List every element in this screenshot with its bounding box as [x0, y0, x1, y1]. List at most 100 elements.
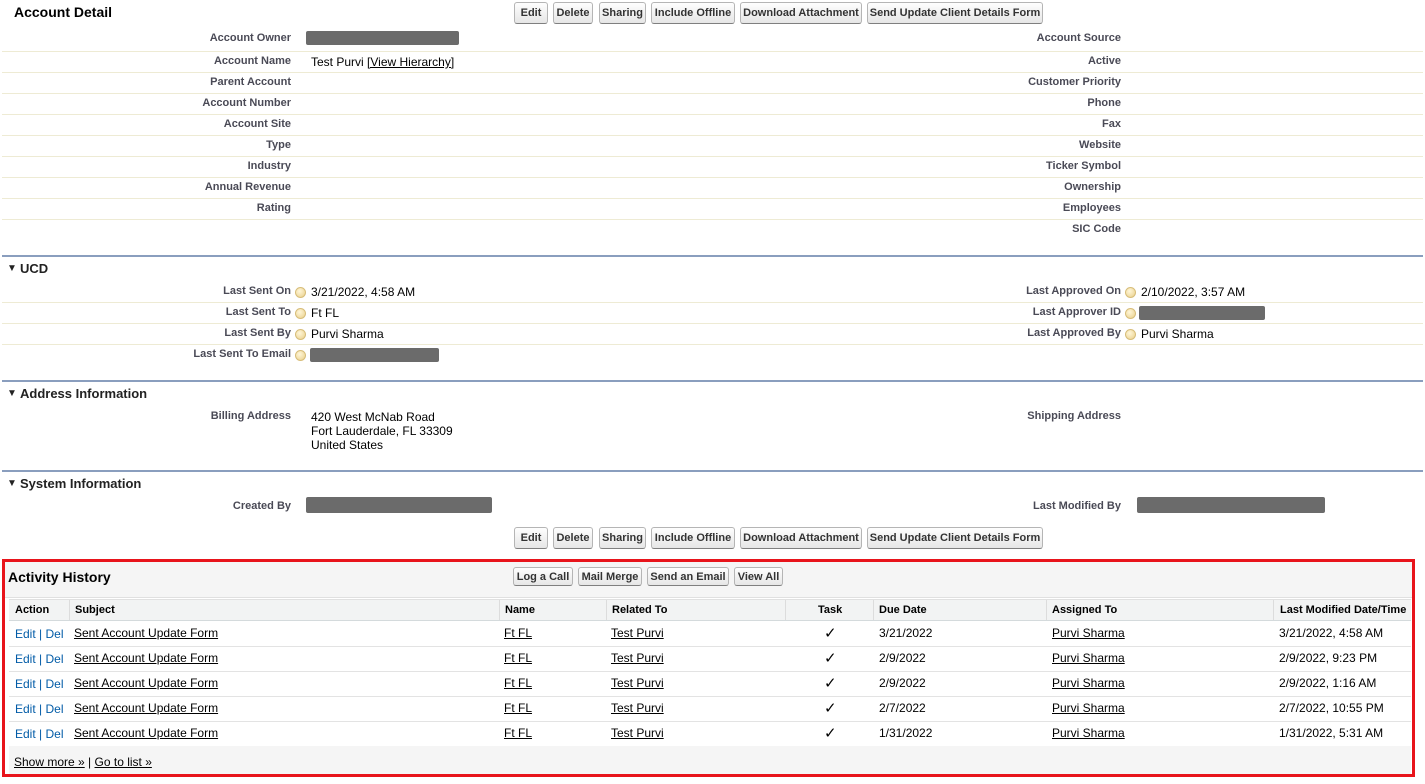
account-number-label: Account Number: [202, 97, 291, 109]
ucd-section-header[interactable]: ▼ UCD: [2, 255, 1423, 281]
sharing-button[interactable]: Sharing: [599, 2, 646, 24]
billing-address-line: United States: [311, 438, 384, 452]
row-assigned-to-link[interactable]: Purvi Sharma: [1052, 651, 1125, 665]
row-related-to-link[interactable]: Test Purvi: [611, 676, 664, 690]
row-subject-link[interactable]: Sent Account Update Form: [74, 626, 218, 640]
row-assigned-to-link[interactable]: Purvi Sharma: [1052, 701, 1125, 715]
include-offline-button[interactable]: Include Offline: [651, 527, 735, 549]
help-icon[interactable]: [295, 308, 306, 319]
delete-button[interactable]: Delete: [553, 527, 593, 549]
website-label: Website: [1079, 139, 1121, 151]
row-assigned-to-link[interactable]: Purvi Sharma: [1052, 626, 1125, 640]
row-delete-link[interactable]: Del: [46, 627, 64, 641]
row-subject-link[interactable]: Sent Account Update Form: [74, 726, 218, 740]
help-icon[interactable]: [295, 329, 306, 340]
send-update-client-details-form-button[interactable]: Send Update Client Details Form: [867, 2, 1043, 24]
account-source-label: Account Source: [1036, 32, 1121, 44]
view-hierarchy-link[interactable]: [View Hierarchy]: [367, 55, 454, 69]
log-a-call-button[interactable]: Log a Call: [513, 567, 573, 586]
edit-button[interactable]: Edit: [514, 2, 548, 24]
table-row: [9, 672, 1411, 697]
include-offline-button[interactable]: Include Offline: [651, 2, 735, 24]
row-related-to-link[interactable]: Test Purvi: [611, 626, 664, 640]
created-by-redacted-value: [306, 497, 492, 513]
row-delete-link[interactable]: Del: [46, 727, 64, 741]
mail-merge-button[interactable]: Mail Merge: [578, 567, 642, 586]
send-an-email-button[interactable]: Send an Email: [647, 567, 729, 586]
column-header-related-to[interactable]: Related To: [612, 604, 667, 616]
send-update-client-details-form-button[interactable]: Send Update Client Details Form: [867, 527, 1043, 549]
row-delete-link[interactable]: Del: [46, 702, 64, 716]
row-edit-link[interactable]: Edit: [15, 627, 36, 641]
customer-priority-label: Customer Priority: [1028, 76, 1121, 88]
row-name-link[interactable]: Ft FL: [504, 626, 532, 640]
column-header-name[interactable]: Name: [505, 604, 535, 616]
parent-account-label: Parent Account: [210, 76, 291, 88]
row-name-link[interactable]: Ft FL: [504, 651, 532, 665]
row-edit-link[interactable]: Edit: [15, 727, 36, 741]
row-assigned-to-link[interactable]: Purvi Sharma: [1052, 726, 1125, 740]
last-modified-by-label: Last Modified By: [1032, 500, 1121, 512]
address-section-title: Address Information: [20, 386, 148, 401]
billing-address-label: Billing Address: [210, 410, 291, 422]
help-icon[interactable]: [295, 350, 306, 361]
account-name-value: Test Purvi [View Hierarchy]: [311, 55, 454, 69]
address-section-header[interactable]: ▼ Address Information: [2, 380, 1423, 406]
column-header-assigned-to[interactable]: Assigned To: [1052, 604, 1117, 616]
collapse-triangle-icon[interactable]: ▼: [7, 263, 17, 274]
download-attachment-button[interactable]: Download Attachment: [740, 527, 862, 549]
row-subject-link[interactable]: Sent Account Update Form: [74, 651, 218, 665]
collapse-triangle-icon[interactable]: ▼: [7, 478, 17, 489]
last-approver-id-label: Last Approver ID: [1032, 306, 1121, 318]
view-all-button[interactable]: View All: [734, 567, 783, 586]
download-attachment-button[interactable]: Download Attachment: [740, 2, 862, 24]
help-icon[interactable]: [1125, 308, 1136, 319]
collapse-triangle-icon[interactable]: ▼: [7, 388, 17, 399]
row-subject-link[interactable]: Sent Account Update Form: [74, 676, 218, 690]
last-sent-to-email-redacted-value: [310, 348, 439, 362]
table-row: [9, 697, 1411, 722]
column-divider: [1046, 600, 1047, 620]
help-icon[interactable]: [295, 287, 306, 298]
row-edit-link[interactable]: Edit: [15, 652, 36, 666]
row-due-date: 2/9/2022: [879, 676, 926, 690]
row-divider: [2, 302, 1423, 303]
row-delete-link[interactable]: Del: [46, 652, 64, 666]
column-header-due-date[interactable]: Due Date: [879, 604, 927, 616]
row-edit-link[interactable]: Edit: [15, 702, 36, 716]
last-approved-on-label: Last Approved On: [1026, 285, 1121, 297]
row-related-to-link[interactable]: Test Purvi: [611, 651, 664, 665]
row-actions: Edit | Del: [15, 677, 64, 691]
column-header-subject[interactable]: Subject: [75, 604, 115, 616]
phone-label: Phone: [1087, 97, 1121, 109]
ticker-symbol-label: Ticker Symbol: [1046, 160, 1121, 172]
edit-button[interactable]: Edit: [514, 527, 548, 549]
column-header-task[interactable]: Task: [818, 604, 842, 616]
help-icon[interactable]: [1125, 287, 1136, 298]
activity-history-title: Activity History: [8, 569, 111, 585]
sharing-button[interactable]: Sharing: [599, 527, 646, 549]
row-actions: Edit | Del: [15, 652, 64, 666]
row-related-to-link[interactable]: Test Purvi: [611, 701, 664, 715]
help-icon[interactable]: [1125, 329, 1136, 340]
column-divider: [606, 600, 607, 620]
last-approver-id-redacted-value: [1139, 306, 1265, 320]
account-name-text: Test Purvi: [311, 55, 364, 69]
row-subject-link[interactable]: Sent Account Update Form: [74, 701, 218, 715]
go-to-list-link[interactable]: Go to list »: [95, 755, 152, 769]
delete-button[interactable]: Delete: [553, 2, 593, 24]
row-name-link[interactable]: Ft FL: [504, 676, 532, 690]
system-section-header[interactable]: ▼ System Information: [2, 470, 1423, 496]
row-name-link[interactable]: Ft FL: [504, 726, 532, 740]
row-name-link[interactable]: Ft FL: [504, 701, 532, 715]
row-delete-link[interactable]: Del: [46, 677, 64, 691]
row-edit-link[interactable]: Edit: [15, 677, 36, 691]
column-header-last-modified[interactable]: Last Modified Date/Time: [1280, 604, 1406, 616]
type-label: Type: [266, 139, 291, 151]
show-more-link[interactable]: Show more »: [14, 755, 85, 769]
row-assigned-to-link[interactable]: Purvi Sharma: [1052, 676, 1125, 690]
account-detail-title: Account Detail: [14, 4, 113, 20]
account-owner-redacted-value: [306, 31, 459, 45]
row-related-to-link[interactable]: Test Purvi: [611, 726, 664, 740]
row-divider: [2, 323, 1423, 324]
